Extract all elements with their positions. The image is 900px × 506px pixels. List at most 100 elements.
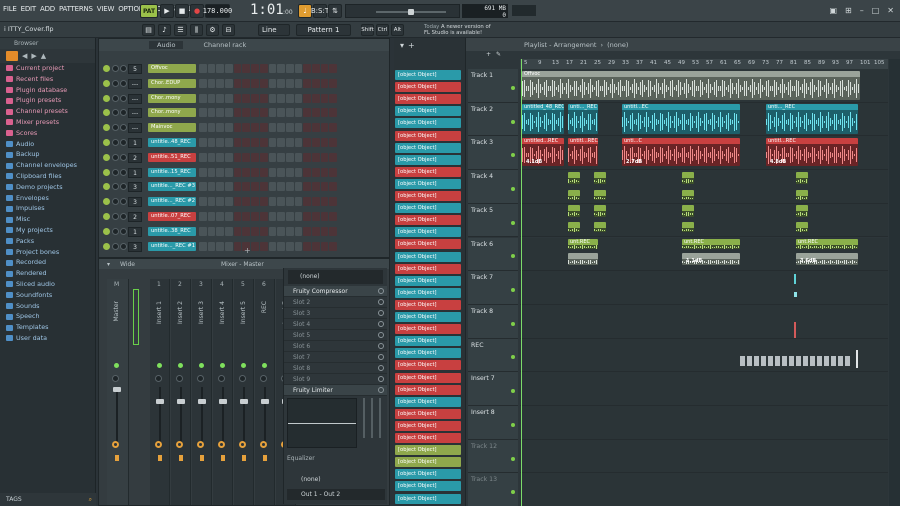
audio-clip[interactable]: [594, 222, 606, 232]
browser-item[interactable]: Recent files: [0, 74, 95, 85]
step-button[interactable]: [311, 93, 320, 103]
step-button[interactable]: [277, 108, 285, 118]
step-button[interactable]: [225, 78, 233, 88]
step-button[interactable]: [251, 138, 259, 147]
step-button[interactable]: [199, 212, 207, 221]
step-button[interactable]: [277, 93, 285, 103]
pan-knob[interactable]: [112, 109, 119, 117]
channel-name-button[interactable]: untitle..._REC #3: [148, 182, 196, 192]
volume-fader[interactable]: [198, 399, 206, 404]
step-button[interactable]: [242, 226, 251, 236]
automation-block[interactable]: [789, 356, 794, 366]
automation-block[interactable]: [817, 356, 822, 366]
step-button[interactable]: [294, 212, 303, 221]
step-button[interactable]: [268, 123, 277, 133]
pattern-selector[interactable]: Pattern 1: [296, 24, 351, 36]
playhead[interactable]: [521, 59, 522, 506]
step-button[interactable]: [294, 182, 303, 192]
step-button[interactable]: [216, 182, 225, 192]
snap-mode-select[interactable]: Line: [258, 24, 290, 36]
step-button[interactable]: [303, 123, 311, 133]
pattern-item[interactable]: [object Object]: [395, 481, 461, 492]
track-mute-led[interactable]: [511, 220, 515, 225]
step-button[interactable]: [233, 167, 242, 177]
step-button[interactable]: [268, 93, 277, 103]
step-button[interactable]: [311, 241, 320, 251]
playlist-draw-icon[interactable]: ✎: [496, 51, 501, 59]
browser-back-icon[interactable]: ◀: [22, 52, 27, 60]
step-button[interactable]: [199, 241, 207, 251]
automation-block[interactable]: [761, 356, 766, 366]
stop-button[interactable]: ■: [175, 4, 189, 18]
volume-knob[interactable]: [120, 65, 127, 72]
step-button[interactable]: [233, 64, 242, 73]
pattern-item[interactable]: [object Object]: [395, 408, 461, 419]
step-button[interactable]: [294, 78, 303, 88]
mixer-slot[interactable]: Fruity Limiter: [284, 385, 387, 396]
step-button[interactable]: [233, 78, 242, 88]
step-button[interactable]: [216, 212, 225, 221]
pattern-item[interactable]: [object Object]: [395, 166, 461, 177]
step-button[interactable]: [225, 93, 233, 103]
track-lane[interactable]: [520, 304, 888, 339]
step-button[interactable]: [242, 138, 251, 147]
ctrl-key[interactable]: Ctrl: [376, 24, 389, 36]
mixer-preset-select[interactable]: (none): [288, 270, 383, 284]
step-button[interactable]: [225, 241, 233, 251]
browser-item[interactable]: Soundfonts: [0, 290, 95, 301]
pan-knob[interactable]: [112, 65, 119, 72]
slot-mix-knob[interactable]: [378, 354, 384, 360]
track-header[interactable]: Track 2: [468, 102, 518, 137]
pattern-item[interactable]: [object Object]: [395, 420, 461, 431]
channel-led[interactable]: [103, 153, 110, 161]
strip-pan-knob[interactable]: [112, 375, 119, 382]
audio-clip[interactable]: [568, 253, 598, 265]
playlist-add-icon[interactable]: +: [486, 51, 491, 59]
pattern-item[interactable]: [object Object]: [395, 130, 461, 141]
pattern-item[interactable]: [object Object]: [395, 312, 461, 322]
channel-name-button[interactable]: Mainvoc: [148, 123, 196, 133]
step-button[interactable]: [242, 123, 251, 133]
track-header[interactable]: REC: [468, 338, 518, 373]
step-button[interactable]: [320, 226, 329, 236]
browser-item[interactable]: Rendered: [0, 268, 95, 279]
step-button[interactable]: [311, 152, 320, 162]
step-button[interactable]: [285, 78, 294, 88]
step-button[interactable]: [225, 152, 233, 162]
pattern-item[interactable]: [object Object]: [395, 154, 461, 165]
step-button[interactable]: [259, 108, 268, 118]
step-button[interactable]: [303, 78, 311, 88]
step-button[interactable]: [207, 167, 216, 177]
pan-knob[interactable]: [112, 139, 119, 146]
channel-led[interactable]: [103, 183, 110, 191]
step-button[interactable]: [259, 64, 268, 73]
step-button[interactable]: [233, 212, 242, 221]
mixer-slot[interactable]: Slot 8: [284, 363, 387, 374]
mixer-track-number[interactable]: ---: [128, 93, 142, 104]
minimize-icon[interactable]: –: [860, 6, 864, 15]
volume-knob[interactable]: [120, 168, 127, 176]
pan-knob[interactable]: [112, 153, 119, 161]
route-knob[interactable]: [112, 441, 119, 448]
close-icon[interactable]: ✕: [887, 6, 894, 15]
wait-button[interactable]: ⇅: [328, 4, 342, 18]
step-button[interactable]: [207, 108, 216, 118]
step-button[interactable]: [242, 152, 251, 162]
strip-enable-led[interactable]: [262, 363, 267, 368]
mixer-track-number[interactable]: 5: [128, 64, 142, 74]
menu-item-patterns[interactable]: PATTERNS: [59, 5, 93, 13]
strip-enable-led[interactable]: [157, 363, 162, 368]
pattern-item[interactable]: [object Object]: [395, 493, 461, 504]
step-button[interactable]: [242, 93, 251, 103]
pattern-item[interactable]: [object Object]: [395, 372, 461, 383]
step-button[interactable]: [251, 93, 259, 103]
channel-led[interactable]: [103, 124, 110, 132]
audio-clip[interactable]: [594, 205, 606, 217]
pattern-item[interactable]: [object Object]: [395, 227, 461, 238]
track-mute-led[interactable]: [511, 355, 515, 360]
step-button[interactable]: [311, 212, 320, 221]
step-button[interactable]: [311, 226, 320, 236]
volume-knob[interactable]: [120, 94, 127, 102]
step-button[interactable]: [303, 138, 311, 147]
mixer-view-button[interactable]: ⫼: [190, 24, 203, 36]
